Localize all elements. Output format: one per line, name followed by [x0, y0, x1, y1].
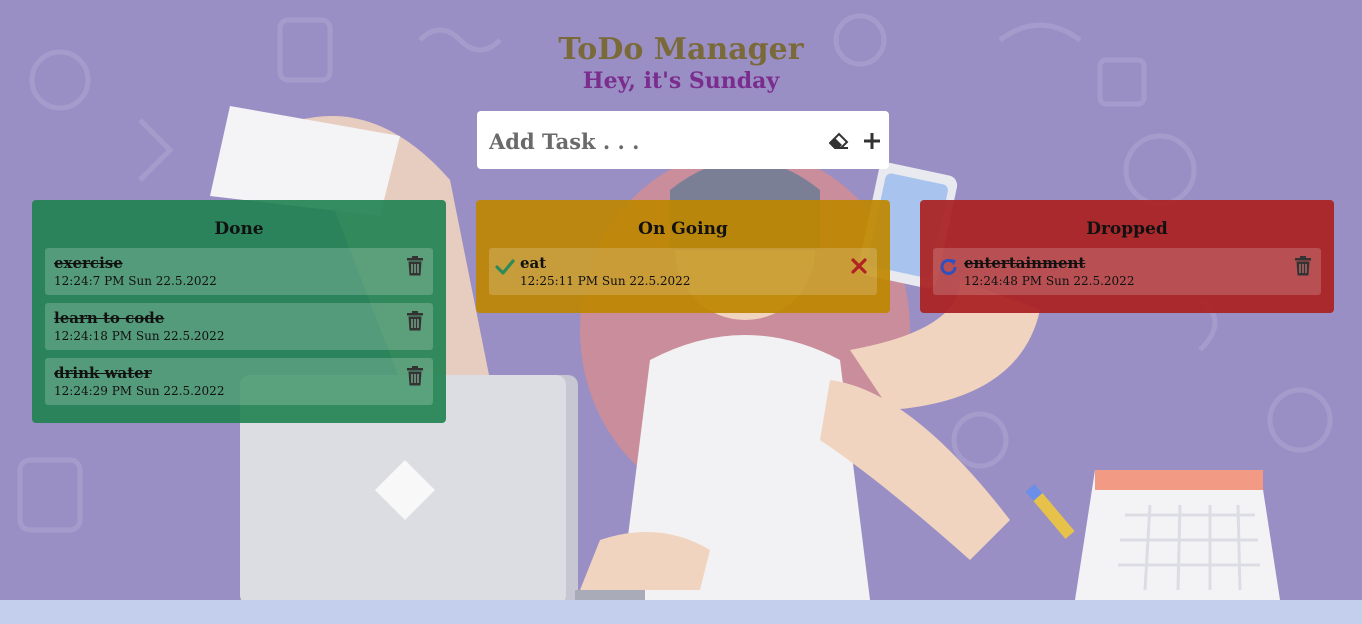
close-icon[interactable]: [851, 258, 867, 274]
dropped-task: entertainment 12:24:48 PM Sun 22.5.2022: [933, 248, 1321, 295]
add-task-input[interactable]: [487, 119, 811, 163]
ongoing-task: eat 12:25:11 PM Sun 22.5.2022: [489, 248, 877, 295]
dropped-column-title: Dropped: [1086, 219, 1168, 239]
done-task: learn to code 12:24:18 PM Sun 22.5.2022: [45, 303, 433, 350]
app-title: ToDo Manager: [558, 32, 804, 67]
restore-icon[interactable]: [939, 257, 959, 277]
dropped-column: Dropped entertainment 12:24:48 PM Sun 22…: [920, 200, 1334, 313]
ongoing-column: On Going eat 12:25:11 PM Sun 22.5.2022: [476, 200, 890, 313]
task-timestamp: 12:24:48 PM Sun 22.5.2022: [964, 274, 1135, 288]
plus-icon[interactable]: [860, 129, 884, 153]
trash-icon[interactable]: [406, 366, 424, 386]
done-task: exercise 12:24:7 PM Sun 22.5.2022: [45, 248, 433, 295]
done-column-title: Done: [214, 219, 264, 239]
ongoing-column-title: On Going: [638, 219, 728, 239]
task-name: entertainment: [964, 254, 1086, 272]
add-task-bar: [477, 111, 889, 169]
task-name: drink water: [54, 364, 152, 382]
task-name: learn to code: [54, 309, 165, 327]
task-name: eat: [520, 254, 547, 272]
task-timestamp: 12:24:18 PM Sun 22.5.2022: [54, 329, 225, 343]
task-name: exercise: [54, 254, 123, 272]
done-task: drink water 12:24:29 PM Sun 22.5.2022: [45, 358, 433, 405]
eraser-icon[interactable]: [827, 129, 851, 153]
day-greeting: Hey, it's Sunday: [582, 68, 780, 94]
trash-icon[interactable]: [1294, 256, 1312, 276]
trash-icon[interactable]: [406, 311, 424, 331]
task-timestamp: 12:24:29 PM Sun 22.5.2022: [54, 384, 225, 398]
task-timestamp: 12:25:11 PM Sun 22.5.2022: [520, 274, 691, 288]
trash-icon[interactable]: [406, 256, 424, 276]
done-column: Done exercise 12:24:7 PM Sun 22.5.2022 l…: [32, 200, 446, 423]
task-timestamp: 12:24:7 PM Sun 22.5.2022: [54, 274, 217, 288]
check-icon[interactable]: [495, 257, 515, 277]
